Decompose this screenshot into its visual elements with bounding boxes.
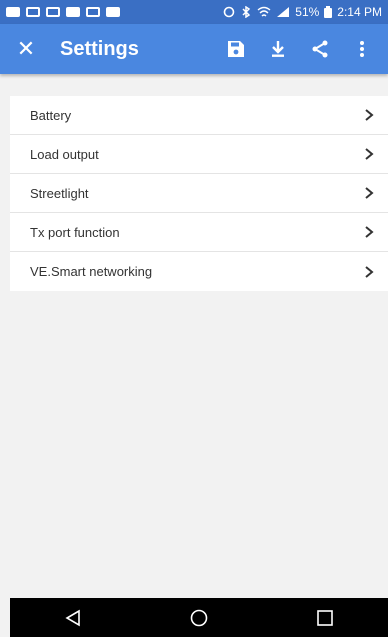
download-icon [272, 41, 284, 57]
signal-icon [277, 7, 290, 17]
lock-icon [46, 7, 60, 17]
chevron-right-icon [365, 148, 374, 160]
close-icon: ✕ [16, 36, 36, 61]
app-icon [66, 7, 80, 17]
clock: 2:14 PM [337, 5, 382, 19]
back-icon [65, 609, 80, 626]
home-icon [190, 609, 208, 626]
share-button[interactable] [300, 24, 340, 74]
settings-item-label: Battery [30, 107, 72, 123]
settings-item-tx-port-function[interactable]: Tx port function [10, 213, 388, 252]
status-bar: 51% 2:14 PM [0, 0, 388, 24]
chevron-right-icon [365, 226, 374, 238]
chevron-right-icon [365, 187, 374, 199]
chevron-right-icon [365, 265, 374, 278]
instagram-icon [86, 7, 100, 17]
app-bar: ✕ Settings [0, 24, 388, 74]
download-button[interactable] [258, 24, 298, 74]
video-icon [106, 7, 120, 17]
recents-button[interactable] [301, 598, 349, 637]
settings-item-label: Tx port function [30, 224, 120, 240]
settings-item-label: VE.Smart networking [30, 264, 153, 279]
page-title: Settings [60, 37, 139, 60]
share-icon [312, 40, 328, 58]
save-icon [228, 41, 244, 57]
settings-item-label: Streetlight [30, 185, 89, 201]
sync-icon [223, 6, 235, 18]
settings-item-streetlight[interactable]: Streetlight [10, 174, 388, 213]
more-options-button[interactable] [342, 24, 382, 74]
image-icon [26, 7, 40, 17]
recents-icon [317, 609, 333, 626]
notification-icons [6, 7, 120, 17]
message-icon [6, 7, 20, 17]
settings-list: Battery Load output Streetlight Tx port … [10, 96, 388, 291]
navigation-bar [10, 598, 388, 637]
battery-icon [324, 6, 333, 18]
save-button[interactable] [216, 24, 256, 74]
settings-item-battery[interactable]: Battery [10, 96, 388, 135]
settings-item-load-output[interactable]: Load output [10, 135, 388, 174]
settings-item-ve-smart-networking[interactable]: VE.Smart networking [10, 252, 388, 291]
system-indicators: 51% 2:14 PM [223, 5, 382, 19]
home-button[interactable] [175, 598, 223, 637]
more-vert-icon [360, 41, 364, 57]
chevron-right-icon [365, 109, 374, 121]
close-button[interactable]: ✕ [0, 24, 52, 74]
settings-item-label: Load output [30, 146, 99, 162]
battery-percent: 51% [295, 5, 320, 19]
bluetooth-icon [242, 6, 251, 18]
wifi-icon [257, 6, 271, 17]
back-button[interactable] [49, 598, 97, 637]
